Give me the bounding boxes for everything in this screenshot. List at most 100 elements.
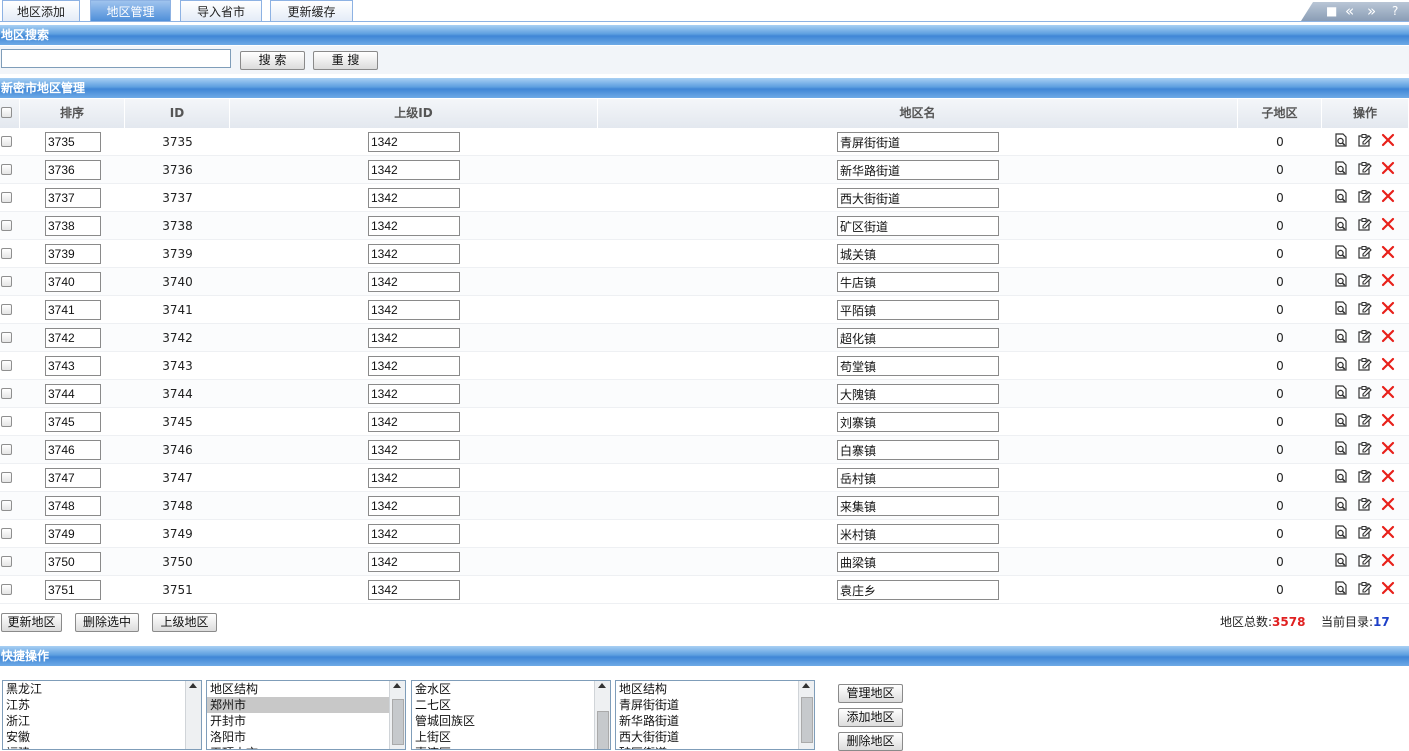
row-checkbox[interactable]	[1, 500, 12, 511]
city-listbox[interactable]: 地区结构郑州市开封市洛阳市平顶山市	[206, 680, 406, 750]
row-checkbox[interactable]	[1, 164, 12, 175]
parent-id-input[interactable]	[368, 300, 460, 320]
delete-icon[interactable]	[1380, 468, 1396, 484]
parent-id-input[interactable]	[368, 272, 460, 292]
row-checkbox[interactable]	[1, 192, 12, 203]
edit-icon[interactable]	[1357, 216, 1373, 232]
edit-icon[interactable]	[1357, 160, 1373, 176]
district-listbox[interactable]: 金水区二七区管城回族区上街区惠济区	[411, 680, 611, 750]
scrollbar[interactable]	[594, 681, 610, 749]
parent-id-input[interactable]	[368, 496, 460, 516]
order-input[interactable]	[45, 328, 101, 348]
region-name-input[interactable]	[837, 244, 999, 264]
region-name-input[interactable]	[837, 356, 999, 376]
listbox-option[interactable]: 洛阳市	[207, 729, 405, 745]
tab-update-cache[interactable]: 更新缓存	[270, 0, 353, 21]
scroll-up-icon[interactable]	[802, 683, 810, 688]
row-checkbox[interactable]	[1, 360, 12, 371]
edit-icon[interactable]	[1357, 188, 1373, 204]
view-icon[interactable]	[1333, 132, 1349, 148]
order-input[interactable]	[45, 552, 101, 572]
region-name-input[interactable]	[837, 272, 999, 292]
listbox-option[interactable]: 地区结构	[207, 681, 405, 697]
view-icon[interactable]	[1333, 216, 1349, 232]
order-input[interactable]	[45, 468, 101, 488]
edit-icon[interactable]	[1357, 552, 1373, 568]
listbox-option[interactable]: 新华路街道	[616, 713, 814, 729]
region-name-input[interactable]	[837, 580, 999, 600]
order-input[interactable]	[45, 272, 101, 292]
reset-search-button[interactable]: 重 搜	[313, 51, 378, 70]
row-checkbox[interactable]	[1, 472, 12, 483]
order-input[interactable]	[45, 160, 101, 180]
edit-icon[interactable]	[1357, 440, 1373, 456]
row-checkbox[interactable]	[1, 304, 12, 315]
listbox-option[interactable]: 地区结构	[616, 681, 814, 697]
delete-icon[interactable]	[1380, 188, 1396, 204]
region-name-input[interactable]	[837, 412, 999, 432]
sidebar-toggle-icon[interactable]: ■	[1326, 2, 1337, 21]
parent-region-button[interactable]: 上级地区	[152, 613, 217, 632]
row-checkbox[interactable]	[1, 276, 12, 287]
subdistrict-listbox[interactable]: 地区结构青屏街街道新华路街道西大街街道矿区街道	[615, 680, 815, 750]
row-checkbox[interactable]	[1, 388, 12, 399]
parent-id-input[interactable]	[368, 188, 460, 208]
parent-id-input[interactable]	[368, 160, 460, 180]
edit-icon[interactable]	[1357, 356, 1373, 372]
delete-icon[interactable]	[1380, 272, 1396, 288]
edit-icon[interactable]	[1357, 300, 1373, 316]
manage-region-button[interactable]: 管理地区	[838, 684, 903, 703]
order-input[interactable]	[45, 132, 101, 152]
view-icon[interactable]	[1333, 440, 1349, 456]
delete-icon[interactable]	[1380, 440, 1396, 456]
listbox-option[interactable]: 郑州市	[207, 697, 405, 713]
row-checkbox[interactable]	[1, 556, 12, 567]
view-icon[interactable]	[1333, 552, 1349, 568]
region-name-input[interactable]	[837, 552, 999, 572]
listbox-option[interactable]: 江苏	[3, 697, 201, 713]
scrollbar[interactable]	[798, 681, 814, 749]
help-icon[interactable]: ?	[1392, 2, 1398, 21]
region-name-input[interactable]	[837, 160, 999, 180]
edit-icon[interactable]	[1357, 384, 1373, 400]
listbox-option[interactable]: 青屏街街道	[616, 697, 814, 713]
scroll-up-icon[interactable]	[189, 683, 197, 688]
listbox-option[interactable]: 管城回族区	[412, 713, 610, 729]
add-region-button[interactable]: 添加地区	[838, 708, 903, 727]
delete-icon[interactable]	[1380, 552, 1396, 568]
view-icon[interactable]	[1333, 412, 1349, 428]
region-name-input[interactable]	[837, 300, 999, 320]
parent-id-input[interactable]	[368, 328, 460, 348]
delete-selected-button[interactable]: 删除选中	[75, 613, 139, 632]
parent-id-input[interactable]	[368, 580, 460, 600]
row-checkbox[interactable]	[1, 220, 12, 231]
region-name-input[interactable]	[837, 496, 999, 516]
region-name-input[interactable]	[837, 132, 999, 152]
delete-icon[interactable]	[1380, 132, 1396, 148]
region-name-input[interactable]	[837, 384, 999, 404]
delete-icon[interactable]	[1380, 356, 1396, 372]
row-checkbox[interactable]	[1, 584, 12, 595]
tab-region-manage[interactable]: 地区管理	[90, 0, 171, 21]
delete-icon[interactable]	[1380, 160, 1396, 176]
select-all-checkbox[interactable]	[1, 107, 12, 118]
delete-icon[interactable]	[1380, 328, 1396, 344]
view-icon[interactable]	[1333, 160, 1349, 176]
edit-icon[interactable]	[1357, 580, 1373, 596]
region-name-input[interactable]	[837, 440, 999, 460]
delete-icon[interactable]	[1380, 580, 1396, 596]
order-input[interactable]	[45, 244, 101, 264]
search-input[interactable]	[1, 49, 231, 68]
scrollbar[interactable]	[185, 681, 201, 749]
row-checkbox[interactable]	[1, 444, 12, 455]
listbox-option[interactable]: 浙江	[3, 713, 201, 729]
edit-icon[interactable]	[1357, 244, 1373, 260]
order-input[interactable]	[45, 188, 101, 208]
listbox-option[interactable]: 平顶山市	[207, 745, 405, 749]
listbox-option[interactable]: 开封市	[207, 713, 405, 729]
parent-id-input[interactable]	[368, 468, 460, 488]
view-icon[interactable]	[1333, 496, 1349, 512]
search-button[interactable]: 搜 索	[240, 51, 305, 70]
view-icon[interactable]	[1333, 300, 1349, 316]
listbox-option[interactable]: 上街区	[412, 729, 610, 745]
